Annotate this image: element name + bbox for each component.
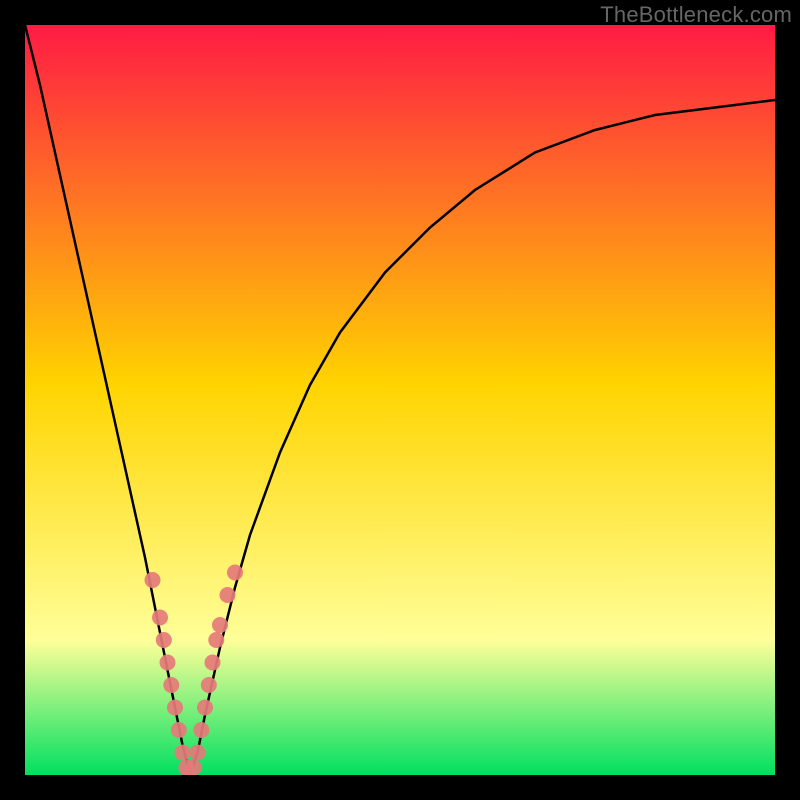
plot-area	[25, 25, 775, 775]
marker-dot	[227, 565, 243, 581]
marker-dot	[145, 572, 161, 588]
marker-dot	[197, 700, 213, 716]
marker-dot	[186, 760, 202, 776]
outer-frame: TheBottleneck.com	[0, 0, 800, 800]
marker-dot	[152, 610, 168, 626]
gradient-background	[25, 25, 775, 775]
marker-dot	[171, 722, 187, 738]
marker-dot	[205, 655, 221, 671]
marker-dot	[156, 632, 172, 648]
marker-dot	[175, 745, 191, 761]
marker-dot	[167, 700, 183, 716]
marker-dot	[208, 632, 224, 648]
marker-dot	[193, 722, 209, 738]
chart-svg	[25, 25, 775, 775]
marker-dot	[190, 745, 206, 761]
marker-dot	[163, 677, 179, 693]
marker-dot	[212, 617, 228, 633]
marker-dot	[160, 655, 176, 671]
marker-dot	[220, 587, 236, 603]
marker-dot	[201, 677, 217, 693]
